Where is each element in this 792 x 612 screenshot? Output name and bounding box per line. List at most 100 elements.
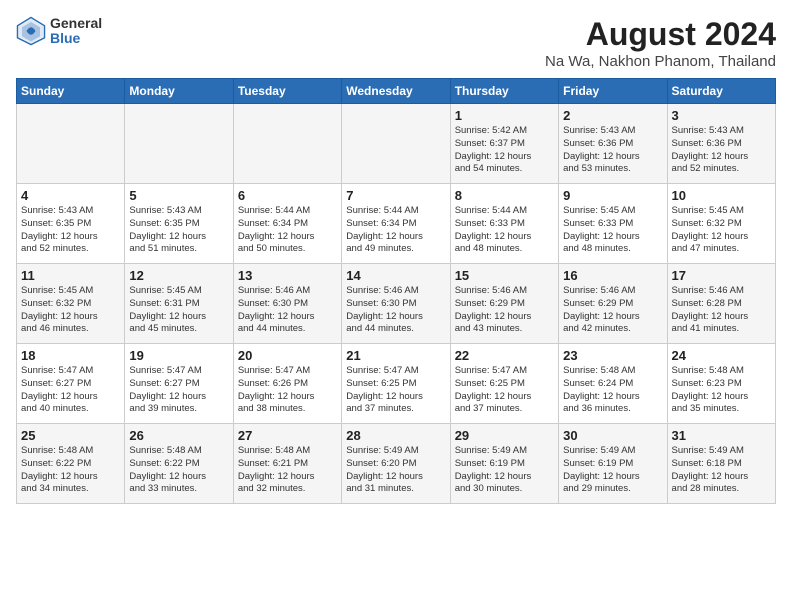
day-number: 30 <box>563 428 662 443</box>
day-number: 3 <box>672 108 771 123</box>
calendar-cell: 25 Sunrise: 5:48 AM Sunset: 6:22 PM Dayli… <box>17 424 125 504</box>
day-number: 31 <box>672 428 771 443</box>
calendar-cell: 31Sunrise: 5:49 AM Sunset: 6:18 PM Dayli… <box>667 424 775 504</box>
title-area: August 2024 Na Wa, Nakhon Phanom, Thaila… <box>545 16 776 70</box>
calendar-cell: 4 Sunrise: 5:43 AM Sunset: 6:35 PM Daylig… <box>17 184 125 264</box>
cell-content: Sunrise: 5:43 AM Sunset: 6:36 PM Dayligh… <box>672 125 771 176</box>
calendar-cell: 18 Sunrise: 5:47 AM Sunset: 6:27 PM Dayli… <box>17 344 125 424</box>
calendar-cell: 29 Sunrise: 5:49 AM Sunset: 6:19 PM Dayli… <box>450 424 558 504</box>
cell-content: Sunrise: 5:44 AM Sunset: 6:34 PM Dayligh… <box>346 205 445 256</box>
calendar-cell: 3 Sunrise: 5:43 AM Sunset: 6:36 PM Daylig… <box>667 104 775 184</box>
cell-content: Sunrise: 5:46 AM Sunset: 6:29 PM Dayligh… <box>455 285 554 336</box>
cell-content: Sunrise: 5:44 AM Sunset: 6:34 PM Dayligh… <box>238 205 337 256</box>
header: General Blue August 2024 Na Wa, Nakhon P… <box>16 16 776 70</box>
cell-content: Sunrise: 5:46 AM Sunset: 6:30 PM Dayligh… <box>346 285 445 336</box>
day-number: 2 <box>563 108 662 123</box>
day-number: 22 <box>455 348 554 363</box>
cell-content: Sunrise: 5:43 AM Sunset: 6:35 PM Dayligh… <box>21 205 120 256</box>
calendar-cell <box>233 104 341 184</box>
cell-content: Sunrise: 5:48 AM Sunset: 6:24 PM Dayligh… <box>563 365 662 416</box>
day-number: 27 <box>238 428 337 443</box>
day-number: 15 <box>455 268 554 283</box>
day-number: 1 <box>455 108 554 123</box>
day-number: 18 <box>21 348 120 363</box>
calendar-cell: 22 Sunrise: 5:47 AM Sunset: 6:25 PM Dayli… <box>450 344 558 424</box>
cell-content: Sunrise: 5:44 AM Sunset: 6:33 PM Dayligh… <box>455 205 554 256</box>
day-number: 23 <box>563 348 662 363</box>
cell-content: Sunrise: 5:47 AM Sunset: 6:27 PM Dayligh… <box>21 365 120 416</box>
day-number: 4 <box>21 188 120 203</box>
day-number: 13 <box>238 268 337 283</box>
header-day-thursday: Thursday <box>450 79 558 104</box>
logo-general-text: General <box>50 16 102 31</box>
header-day-monday: Monday <box>125 79 233 104</box>
calendar-header: SundayMondayTuesdayWednesdayThursdayFrid… <box>17 79 776 104</box>
cell-content: Sunrise: 5:48 AM Sunset: 6:22 PM Dayligh… <box>21 445 120 496</box>
calendar-cell <box>125 104 233 184</box>
calendar-body: 1 Sunrise: 5:42 AM Sunset: 6:37 PM Daylig… <box>17 104 776 504</box>
cell-content: Sunrise: 5:49 AM Sunset: 6:20 PM Dayligh… <box>346 445 445 496</box>
calendar-cell <box>342 104 450 184</box>
calendar-cell: 9Sunrise: 5:45 AM Sunset: 6:33 PM Daylig… <box>559 184 667 264</box>
calendar-cell: 15 Sunrise: 5:46 AM Sunset: 6:29 PM Dayli… <box>450 264 558 344</box>
calendar-cell: 20 Sunrise: 5:47 AM Sunset: 6:26 PM Dayli… <box>233 344 341 424</box>
day-number: 11 <box>21 268 120 283</box>
day-number: 9 <box>563 188 662 203</box>
day-number: 5 <box>129 188 228 203</box>
day-number: 25 <box>21 428 120 443</box>
calendar-cell: 1 Sunrise: 5:42 AM Sunset: 6:37 PM Daylig… <box>450 104 558 184</box>
week-row-3: 11 Sunrise: 5:45 AM Sunset: 6:32 PM Dayli… <box>17 264 776 344</box>
calendar-cell: 14 Sunrise: 5:46 AM Sunset: 6:30 PM Dayli… <box>342 264 450 344</box>
calendar-cell: 13 Sunrise: 5:46 AM Sunset: 6:30 PM Dayli… <box>233 264 341 344</box>
calendar-cell: 8 Sunrise: 5:44 AM Sunset: 6:33 PM Daylig… <box>450 184 558 264</box>
logo: General Blue <box>16 16 102 47</box>
cell-content: Sunrise: 5:46 AM Sunset: 6:29 PM Dayligh… <box>563 285 662 336</box>
calendar-cell: 28Sunrise: 5:49 AM Sunset: 6:20 PM Dayli… <box>342 424 450 504</box>
header-row: SundayMondayTuesdayWednesdayThursdayFrid… <box>17 79 776 104</box>
cell-content: Sunrise: 5:46 AM Sunset: 6:28 PM Dayligh… <box>672 285 771 336</box>
cell-content: Sunrise: 5:47 AM Sunset: 6:25 PM Dayligh… <box>455 365 554 416</box>
cell-content: Sunrise: 5:49 AM Sunset: 6:19 PM Dayligh… <box>563 445 662 496</box>
logo-icon <box>16 16 46 46</box>
day-number: 14 <box>346 268 445 283</box>
logo-blue-text: Blue <box>50 31 102 46</box>
calendar-cell: 27Sunrise: 5:48 AM Sunset: 6:21 PM Dayli… <box>233 424 341 504</box>
calendar-cell: 10Sunrise: 5:45 AM Sunset: 6:32 PM Dayli… <box>667 184 775 264</box>
calendar-cell: 2 Sunrise: 5:43 AM Sunset: 6:36 PM Daylig… <box>559 104 667 184</box>
cell-content: Sunrise: 5:43 AM Sunset: 6:36 PM Dayligh… <box>563 125 662 176</box>
cell-content: Sunrise: 5:47 AM Sunset: 6:25 PM Dayligh… <box>346 365 445 416</box>
day-number: 24 <box>672 348 771 363</box>
cell-content: Sunrise: 5:45 AM Sunset: 6:31 PM Dayligh… <box>129 285 228 336</box>
day-number: 19 <box>129 348 228 363</box>
calendar-cell: 11 Sunrise: 5:45 AM Sunset: 6:32 PM Dayli… <box>17 264 125 344</box>
cell-content: Sunrise: 5:45 AM Sunset: 6:32 PM Dayligh… <box>21 285 120 336</box>
cell-content: Sunrise: 5:49 AM Sunset: 6:19 PM Dayligh… <box>455 445 554 496</box>
day-number: 8 <box>455 188 554 203</box>
week-row-4: 18 Sunrise: 5:47 AM Sunset: 6:27 PM Dayli… <box>17 344 776 424</box>
day-number: 26 <box>129 428 228 443</box>
day-number: 29 <box>455 428 554 443</box>
day-number: 20 <box>238 348 337 363</box>
logo-text: General Blue <box>50 16 102 47</box>
cell-content: Sunrise: 5:42 AM Sunset: 6:37 PM Dayligh… <box>455 125 554 176</box>
calendar-cell: 5 Sunrise: 5:43 AM Sunset: 6:35 PM Daylig… <box>125 184 233 264</box>
day-number: 21 <box>346 348 445 363</box>
calendar-cell: 21 Sunrise: 5:47 AM Sunset: 6:25 PM Dayli… <box>342 344 450 424</box>
header-day-wednesday: Wednesday <box>342 79 450 104</box>
cell-content: Sunrise: 5:46 AM Sunset: 6:30 PM Dayligh… <box>238 285 337 336</box>
header-day-saturday: Saturday <box>667 79 775 104</box>
calendar-cell: 17Sunrise: 5:46 AM Sunset: 6:28 PM Dayli… <box>667 264 775 344</box>
calendar-cell: 6Sunrise: 5:44 AM Sunset: 6:34 PM Daylig… <box>233 184 341 264</box>
calendar-cell: 7Sunrise: 5:44 AM Sunset: 6:34 PM Daylig… <box>342 184 450 264</box>
cell-content: Sunrise: 5:47 AM Sunset: 6:26 PM Dayligh… <box>238 365 337 416</box>
week-row-2: 4 Sunrise: 5:43 AM Sunset: 6:35 PM Daylig… <box>17 184 776 264</box>
cell-content: Sunrise: 5:48 AM Sunset: 6:23 PM Dayligh… <box>672 365 771 416</box>
calendar-cell: 16Sunrise: 5:46 AM Sunset: 6:29 PM Dayli… <box>559 264 667 344</box>
calendar-cell <box>17 104 125 184</box>
cell-content: Sunrise: 5:43 AM Sunset: 6:35 PM Dayligh… <box>129 205 228 256</box>
calendar-cell: 24 Sunrise: 5:48 AM Sunset: 6:23 PM Dayli… <box>667 344 775 424</box>
calendar-table: SundayMondayTuesdayWednesdayThursdayFrid… <box>16 78 776 504</box>
cell-content: Sunrise: 5:48 AM Sunset: 6:22 PM Dayligh… <box>129 445 228 496</box>
day-number: 12 <box>129 268 228 283</box>
week-row-5: 25 Sunrise: 5:48 AM Sunset: 6:22 PM Dayli… <box>17 424 776 504</box>
